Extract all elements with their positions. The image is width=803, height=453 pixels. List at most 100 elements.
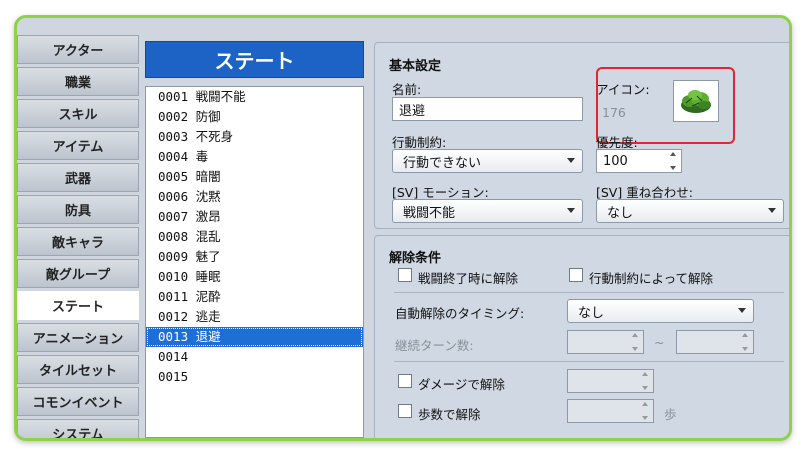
list-item[interactable]: 0001 戦闘不能	[146, 87, 363, 107]
spin-arrows-icon[interactable]	[739, 333, 751, 351]
database-window: アクター 職業 スキル アイテム 武器 防具 敵キャラ 敵グループ ステート ア…	[14, 15, 792, 441]
auto-removal-label: 自動解除のタイミング:	[395, 306, 525, 321]
removal-conditions-title: 解除条件	[389, 251, 442, 266]
tab-states[interactable]: ステート	[17, 291, 139, 320]
tab-armors[interactable]: 防具	[17, 195, 139, 224]
item-id: 0013	[158, 329, 189, 344]
list-item[interactable]: 0014	[146, 347, 363, 367]
item-name: 睡眠	[195, 269, 221, 284]
list-item[interactable]: 0005 暗闇	[146, 167, 363, 187]
item-id: 0007	[158, 209, 189, 224]
item-name: 逃走	[195, 309, 221, 324]
list-item[interactable]: 0007 激昂	[146, 207, 363, 227]
remove-by-walking-label: 歩数で解除	[418, 407, 481, 422]
tab-system[interactable]: システム	[17, 419, 139, 438]
restriction-value: 行動できない	[403, 155, 482, 171]
list-item[interactable]: 0003 不死身	[146, 127, 363, 147]
duration-max-stepper[interactable]	[676, 330, 754, 354]
item-name: 毒	[195, 149, 209, 164]
list-item[interactable]: 0006 沈黙	[146, 187, 363, 207]
priority-value: 100	[603, 153, 628, 169]
item-name: 魅了	[195, 249, 221, 264]
tab-weapons[interactable]: 武器	[17, 163, 139, 192]
item-name: 暗闇	[195, 169, 221, 184]
item-id: 0004	[158, 149, 189, 164]
list-item[interactable]: 0004 毒	[146, 147, 363, 167]
item-id: 0008	[158, 229, 189, 244]
item-id: 0015	[158, 369, 189, 384]
chevron-down-icon	[738, 308, 746, 313]
tab-actors[interactable]: アクター	[17, 35, 139, 64]
priority-stepper[interactable]: 100	[596, 149, 682, 173]
motion-select[interactable]: 戦闘不能	[392, 199, 583, 223]
item-name: 防御	[195, 109, 221, 124]
list-item[interactable]: 0015	[146, 367, 363, 387]
list-item[interactable]: 0011 泥酔	[146, 287, 363, 307]
list-item[interactable]: 0002 防御	[146, 107, 363, 127]
item-id: 0010	[158, 269, 189, 284]
list-item[interactable]: 0009 魅了	[146, 247, 363, 267]
spin-arrows-icon[interactable]	[639, 372, 651, 390]
spin-arrows-icon[interactable]	[629, 333, 641, 351]
spin-arrows-icon[interactable]	[639, 402, 651, 420]
item-name: 戦闘不能	[195, 89, 246, 104]
state-list[interactable]: 0001 戦闘不能 0002 防御 0003 不死身 0004 毒 0005 暗…	[145, 86, 364, 438]
item-id: 0014	[158, 349, 189, 364]
chevron-down-icon	[768, 208, 776, 213]
list-item[interactable]: 0012 逃走	[146, 307, 363, 327]
item-name: 不死身	[195, 129, 234, 144]
steps-stepper[interactable]	[567, 399, 654, 423]
tab-items[interactable]: アイテム	[17, 131, 139, 160]
chevron-down-icon	[567, 208, 575, 213]
spin-arrows-icon[interactable]	[667, 152, 679, 170]
remove-by-restriction-label: 行動制約によって解除	[589, 271, 714, 286]
item-name: 沈黙	[195, 189, 221, 204]
divider	[394, 292, 784, 293]
item-id: 0002	[158, 109, 189, 124]
item-id: 0001	[158, 89, 189, 104]
duration-label: 継続ターン数:	[395, 338, 474, 353]
tab-animations[interactable]: アニメーション	[17, 323, 139, 352]
steps-unit-label: 歩	[664, 407, 677, 422]
item-id: 0003	[158, 129, 189, 144]
tab-enemies[interactable]: 敵キャラ	[17, 227, 139, 256]
duration-min-stepper[interactable]	[567, 330, 644, 354]
motion-value: 戦闘不能	[403, 205, 456, 221]
damage-percent-stepper[interactable]	[567, 369, 654, 393]
state-list-header: ステート	[145, 41, 364, 78]
remove-by-damage-label: ダメージで解除	[418, 377, 505, 392]
item-id: 0012	[158, 309, 189, 324]
chevron-down-icon	[567, 158, 575, 163]
item-id: 0006	[158, 189, 189, 204]
item-name: 激昂	[195, 209, 221, 224]
item-id: 0011	[158, 289, 189, 304]
list-item-selected[interactable]: 0013 退避	[146, 327, 363, 347]
item-name: 退避	[195, 329, 221, 344]
auto-removal-select[interactable]: なし	[567, 299, 754, 323]
basic-settings-title: 基本設定	[389, 59, 442, 74]
list-item[interactable]: 0008 混乱	[146, 227, 363, 247]
name-field[interactable]: 退避	[392, 97, 583, 121]
tilde-separator: ~	[654, 335, 665, 350]
tab-troops[interactable]: 敵グループ	[17, 259, 139, 288]
remove-by-damage-checkbox[interactable]	[398, 374, 412, 388]
remove-battle-end-checkbox[interactable]	[398, 268, 412, 282]
item-id: 0005	[158, 169, 189, 184]
tab-common-events[interactable]: コモンイベント	[17, 387, 139, 416]
database-sidebar: アクター 職業 スキル アイテム 武器 防具 敵キャラ 敵グループ ステート ア…	[17, 35, 139, 438]
divider	[394, 361, 784, 362]
remove-by-restriction-checkbox[interactable]	[569, 268, 583, 282]
overlay-select[interactable]: なし	[596, 199, 784, 223]
auto-removal-value: なし	[578, 305, 605, 321]
name-label: 名前:	[392, 82, 422, 97]
item-name: 泥酔	[195, 289, 221, 304]
list-item[interactable]: 0010 睡眠	[146, 267, 363, 287]
tab-skills[interactable]: スキル	[17, 99, 139, 128]
item-id: 0009	[158, 249, 189, 264]
item-name: 混乱	[195, 229, 221, 244]
remove-by-walking-checkbox[interactable]	[398, 404, 412, 418]
overlay-value: なし	[607, 205, 634, 221]
restriction-select[interactable]: 行動できない	[392, 149, 583, 173]
tab-classes[interactable]: 職業	[17, 67, 139, 96]
tab-tilesets[interactable]: タイルセット	[17, 355, 139, 384]
